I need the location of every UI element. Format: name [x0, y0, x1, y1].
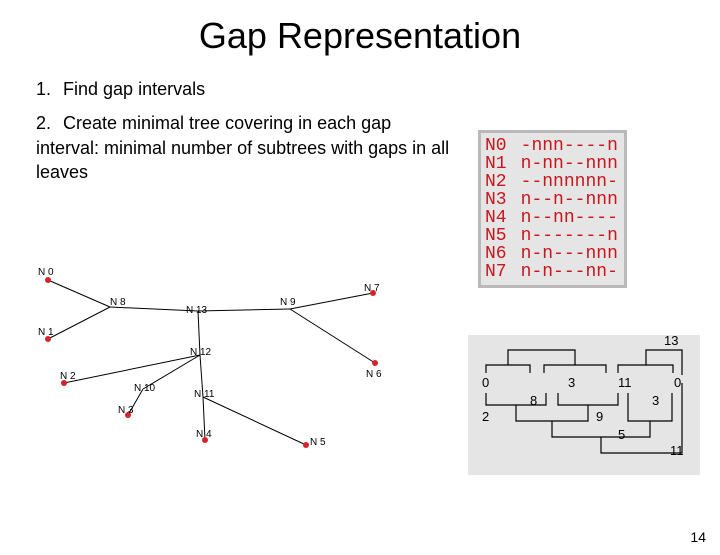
tree-internal-label: N 8 — [110, 297, 126, 308]
bracket-label: 2 — [482, 409, 489, 424]
bracket-label: 3 — [652, 393, 659, 408]
matrix-seq: n-------n — [521, 227, 618, 245]
tree-leaf-label: N 7 — [364, 283, 380, 294]
matrix-row-label: N7 — [485, 263, 510, 281]
tree-leaf-label: N 4 — [196, 429, 212, 440]
list-item: 2. Create minimal tree covering in each … — [36, 111, 456, 184]
bracket-label: 0 — [674, 375, 681, 390]
page-title: Gap Representation — [0, 15, 720, 57]
matrix-row-label: N0 — [485, 137, 510, 155]
bracket-label: 9 — [596, 409, 603, 424]
matrix-seq: --nnnnnn- — [521, 173, 618, 191]
tree-leaf-label: N 0 — [38, 267, 54, 278]
bracket-label: 3 — [568, 375, 575, 390]
matrix-row-label: N4 — [485, 209, 510, 227]
list-text: Create minimal tree covering in each gap… — [36, 113, 449, 182]
tree-leaf-label: N 1 — [38, 327, 54, 338]
sequence-matrix: N0 -nnn----n N1 n-nn--nnn N2 --nnnnnn- N… — [478, 130, 627, 288]
matrix-seq: n-n---nn- — [521, 263, 618, 281]
tree-leaf-label: N 3 — [118, 405, 134, 416]
matrix-row-label: N3 — [485, 191, 510, 209]
list-num: 1. — [36, 77, 58, 101]
tree-leaf-label: N 2 — [60, 371, 76, 382]
bracket-label: 13 — [664, 333, 678, 348]
tree-leaf-label: N 5 — [310, 437, 326, 448]
tree-internal-label: N 12 — [190, 347, 212, 358]
matrix-seq: -nnn----n — [521, 137, 618, 155]
matrix-row-label: N5 — [485, 227, 510, 245]
matrix-seq: n-nn--nnn — [521, 155, 618, 173]
tree-leaf-label: N 6 — [366, 369, 382, 380]
matrix-row-label: N2 — [485, 173, 510, 191]
phylogenetic-tree: N 0 N 1 N 2 N 3 N 4 N 5 N 6 N 7 N 8 N 9 … — [38, 265, 438, 465]
list-text: Find gap intervals — [63, 79, 205, 99]
bracket-label: 8 — [530, 393, 537, 408]
bracket-label: 11 — [618, 375, 632, 390]
page-number: 14 — [690, 529, 706, 545]
matrix-seq: n--n--nnn — [521, 191, 618, 209]
tree-internal-label: N 11 — [194, 389, 215, 400]
bracket-label: 11 — [670, 443, 684, 458]
tree-internal-label: N 9 — [280, 297, 296, 308]
bracket-label: 0 — [482, 375, 489, 390]
bracket-label: 5 — [618, 427, 625, 442]
matrix-seq: n--nn---- — [521, 209, 618, 227]
matrix-seq: n-n---nnn — [521, 245, 618, 263]
bracket-diagram: 13 0 3 11 0 2 8 9 3 5 11 — [468, 335, 700, 475]
list-item: 1. Find gap intervals — [36, 77, 456, 101]
list-num: 2. — [36, 111, 58, 135]
matrix-row-label: N6 — [485, 245, 510, 263]
matrix-row-label: N1 — [485, 155, 510, 173]
tree-internal-label: N 10 — [134, 383, 156, 394]
tree-internal-label: N 13 — [186, 305, 208, 316]
